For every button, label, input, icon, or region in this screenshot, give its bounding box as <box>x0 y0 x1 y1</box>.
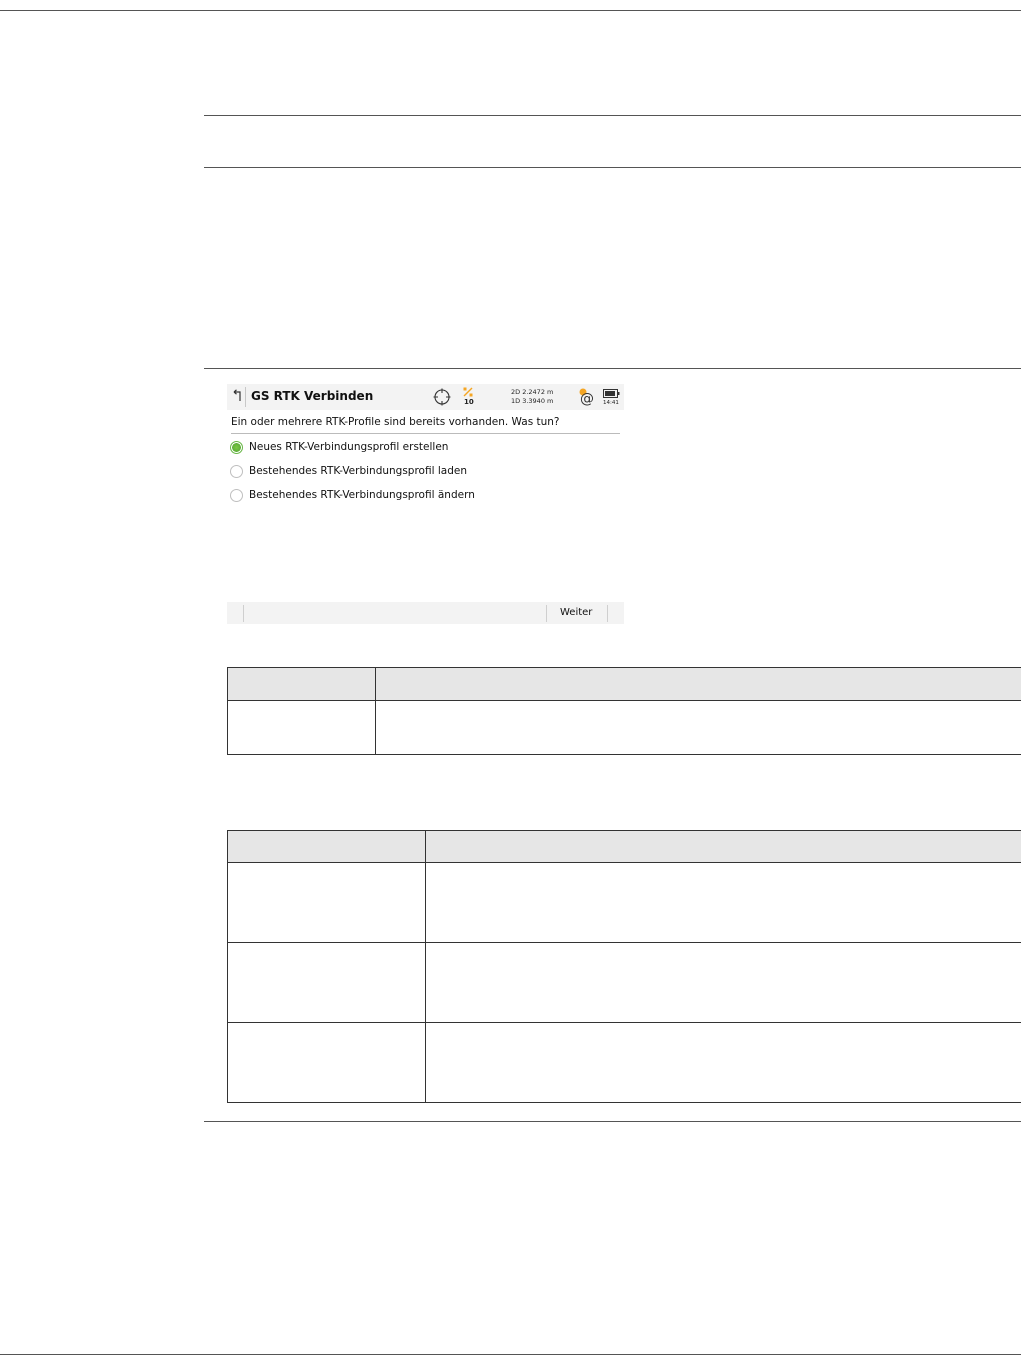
question-underline <box>231 433 620 434</box>
table-header-cell <box>375 667 1021 701</box>
table-row <box>227 862 1021 943</box>
softkey-divider <box>546 605 547 622</box>
radio-button[interactable] <box>230 489 243 502</box>
next-button[interactable]: Weiter <box>560 607 592 618</box>
table-row <box>227 942 1021 1023</box>
radio-button[interactable] <box>230 465 243 478</box>
battery-icon <box>603 389 620 398</box>
option-new-profile[interactable]: Neues RTK-Verbindungsprofil erstellen <box>230 439 610 459</box>
option-table <box>227 830 1021 1103</box>
softkey-divider <box>243 605 244 622</box>
satellite-count: 10 <box>464 398 474 406</box>
option-load-profile[interactable]: Bestehendes RTK-Verbindungsprofil laden <box>230 463 610 483</box>
accuracy-readout: 2D 2.2472 m 1D 3.3940 m <box>511 388 553 406</box>
table-header-cell <box>425 830 1021 863</box>
table-cell <box>227 942 426 1023</box>
section-rule <box>204 1121 1021 1122</box>
clock: 14:41 <box>603 400 619 406</box>
option-label: Neues RTK-Verbindungsprofil erstellen <box>249 441 449 453</box>
table-row <box>227 1022 1021 1103</box>
section-rule <box>204 167 1021 168</box>
table-cell <box>227 700 376 755</box>
option-label: Bestehendes RTK-Verbindungsprofil ändern <box>249 489 475 501</box>
title-bar: GS RTK Verbinden 10 2D 2.2472 m 1D 3.394… <box>227 384 624 410</box>
satellite-icon <box>463 387 473 397</box>
table-cell <box>227 1022 426 1103</box>
svg-text:@: @ <box>580 391 594 406</box>
table-cell <box>375 700 1021 755</box>
back-arrow-icon[interactable] <box>231 389 243 403</box>
softkey-divider <box>607 605 608 622</box>
network-icon: @ <box>579 388 594 406</box>
question-text: Ein oder mehrere RTK-Profile sind bereit… <box>231 416 560 428</box>
screen-title: GS RTK Verbinden <box>251 389 374 403</box>
table-header-row <box>227 667 1021 701</box>
table-cell <box>425 1022 1021 1103</box>
softkey-bar: Weiter <box>227 602 624 624</box>
top-rule <box>0 10 1021 11</box>
table-cell <box>425 862 1021 943</box>
rtk-connect-screenshot: GS RTK Verbinden 10 2D 2.2472 m 1D 3.394… <box>227 384 624 624</box>
option-label: Bestehendes RTK-Verbindungsprofil laden <box>249 465 467 477</box>
title-divider <box>245 387 246 407</box>
section-rule <box>204 115 1021 116</box>
table-header-cell <box>227 667 376 701</box>
description-table <box>227 667 1021 755</box>
radio-button-selected[interactable] <box>230 441 243 454</box>
table-header-row <box>227 830 1021 863</box>
accuracy-1d: 1D 3.3940 m <box>511 397 554 405</box>
table-header-cell <box>227 830 426 863</box>
bottom-rule <box>0 1354 1021 1355</box>
table-row <box>227 700 1021 755</box>
section-rule <box>204 368 1021 369</box>
crosshair-icon <box>433 388 451 406</box>
option-edit-profile[interactable]: Bestehendes RTK-Verbindungsprofil ändern <box>230 487 610 507</box>
table-cell <box>227 862 426 943</box>
table-cell <box>425 942 1021 1023</box>
accuracy-2d: 2D 2.2472 m <box>511 388 554 396</box>
